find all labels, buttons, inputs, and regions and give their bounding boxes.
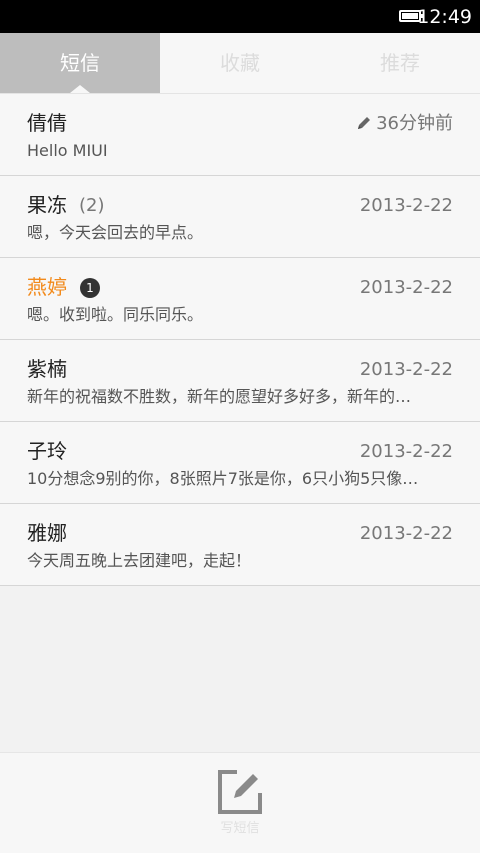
status-bar: 12:49 xyxy=(0,0,480,33)
conversation-date: 2013-2-22 xyxy=(359,359,453,380)
contact-name: 雅娜 xyxy=(27,521,67,545)
conversation-date: 36分钟前 xyxy=(376,113,453,134)
message-preview: 新年的祝福数不胜数，新年的愿望好多好多，新年的… xyxy=(27,387,412,406)
tab-bar: 短信 收藏 推荐 xyxy=(0,33,480,94)
tab-sms[interactable]: 短信 xyxy=(0,33,160,93)
conversation-date: 2013-2-22 xyxy=(359,441,453,462)
unread-badge: 1 xyxy=(80,278,100,298)
conversation-date: 2013-2-22 xyxy=(359,277,453,298)
conversation-row[interactable]: 倩倩 36分钟前 Hello MIUI xyxy=(0,94,480,176)
compose-icon xyxy=(218,769,263,814)
conversation-row[interactable]: 雅娜 2013-2-22 今天周五晚上去团建吧，走起！ xyxy=(0,504,480,586)
contact-name: 倩倩 xyxy=(27,111,67,135)
pencil-icon xyxy=(358,117,370,129)
compose-button[interactable]: 写短信 xyxy=(210,769,270,844)
message-preview: 今天周五晚上去团建吧，走起！ xyxy=(27,551,252,570)
bottom-bar: 写短信 xyxy=(0,752,480,853)
conversation-row[interactable]: 果冻 (2) 2013-2-22 嗯，今天会回去的早点。 xyxy=(0,176,480,258)
conversation-row[interactable]: 燕婷 1 2013-2-22 嗯。收到啦。同乐同乐。 xyxy=(0,258,480,340)
conversation-date: 2013-2-22 xyxy=(359,523,453,544)
conversation-row[interactable]: 紫楠 2013-2-22 新年的祝福数不胜数，新年的愿望好多好多，新年的… xyxy=(0,340,480,422)
conversation-list: 倩倩 36分钟前 Hello MIUI 果冻 (2) 2013-2-22 嗯，今… xyxy=(0,94,480,586)
status-time: 12:49 xyxy=(417,6,472,28)
contact-name: 燕婷 xyxy=(27,275,67,299)
contact-name: 子玲 xyxy=(27,439,67,463)
conversation-row[interactable]: 子玲 2013-2-22 10分想念9别的你，8张照片7张是你，6只小狗5只像… xyxy=(0,422,480,504)
message-count: (2) xyxy=(79,195,105,216)
tab-favorites[interactable]: 收藏 xyxy=(160,33,320,93)
contact-name: 紫楠 xyxy=(27,357,67,381)
tab-recommended[interactable]: 推荐 xyxy=(320,33,480,93)
contact-name: 果冻 xyxy=(27,193,67,217)
message-preview: 嗯，今天会回去的早点。 xyxy=(27,223,204,242)
compose-label: 写短信 xyxy=(220,821,260,836)
message-preview: Hello MIUI xyxy=(27,141,108,160)
conversation-date: 2013-2-22 xyxy=(359,195,453,216)
message-preview: 嗯。收到啦。同乐同乐。 xyxy=(27,305,204,324)
message-preview: 10分想念9别的你，8张照片7张是你，6只小狗5只像… xyxy=(27,469,419,488)
